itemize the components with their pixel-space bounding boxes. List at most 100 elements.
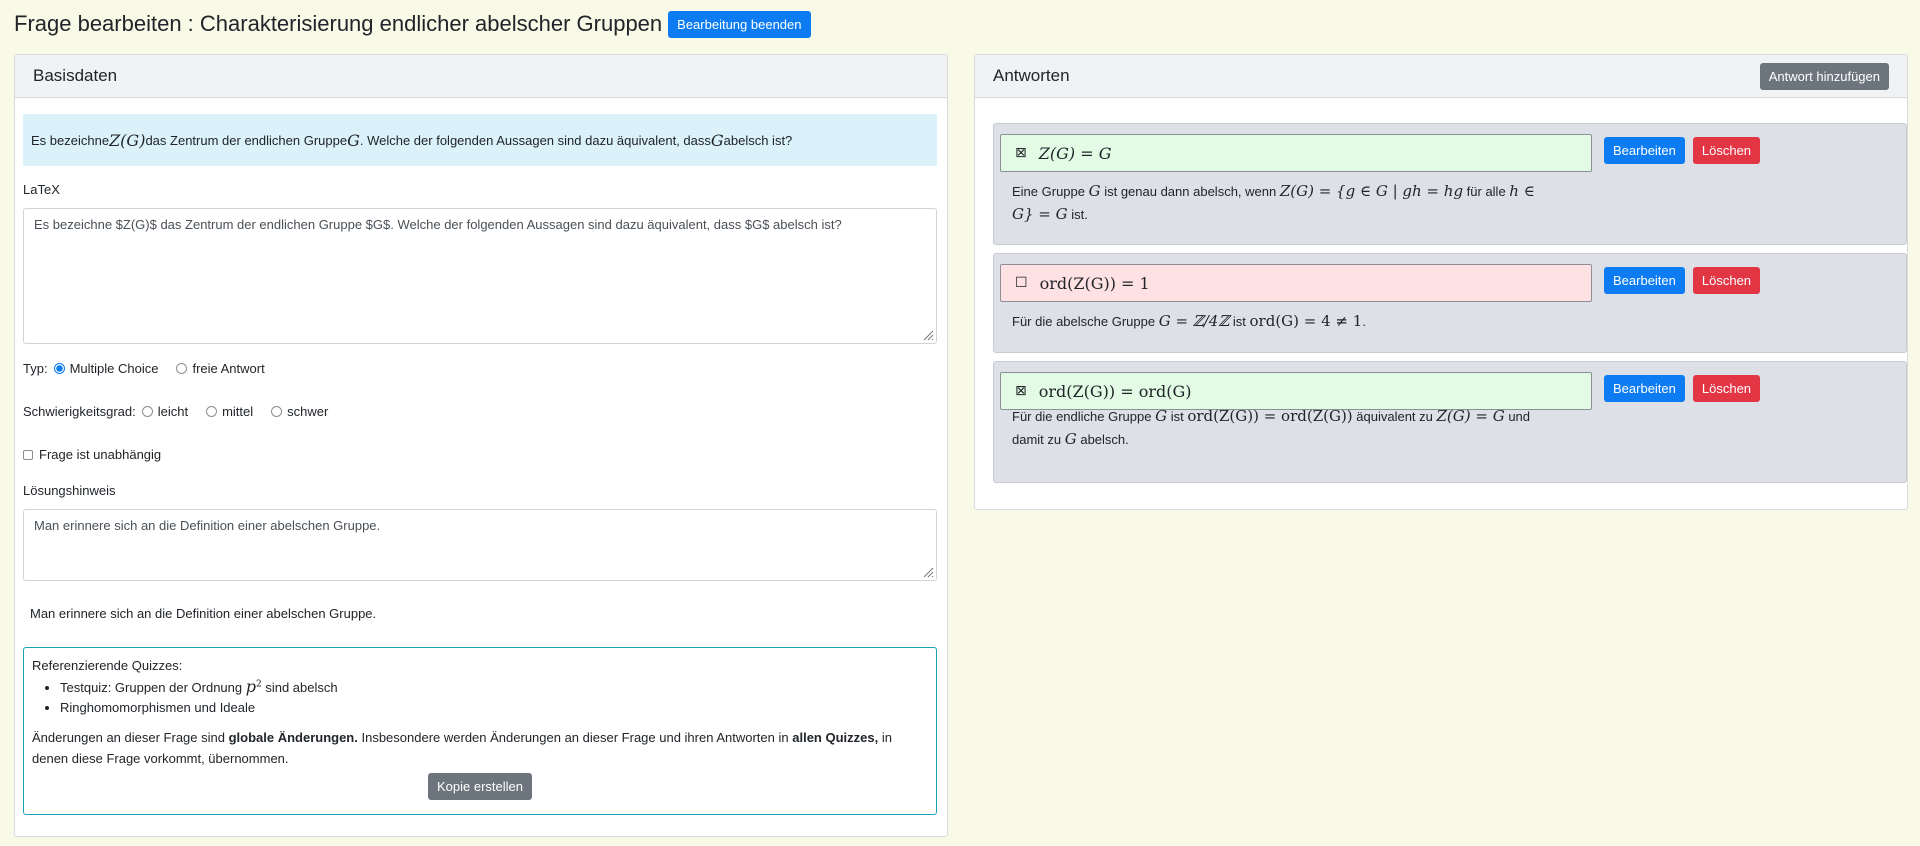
explanation-text: ist genau dann abelsch, wenn: [1100, 184, 1280, 199]
type-option-label: Multiple Choice: [69, 361, 159, 376]
copy-button-row: Kopie erstellen: [32, 773, 928, 800]
explanation-text: Für die abelsche Gruppe: [1012, 314, 1159, 329]
antworten-header: Antworten Antwort hinzufügen: [975, 55, 1907, 98]
difficulty-label: Schwierigkeitsgrad:: [23, 404, 136, 419]
resize-handle-icon[interactable]: [922, 566, 934, 578]
referencing-quizzes-title: Referenzierende Quizzes:: [32, 658, 183, 673]
answer-explanation: Eine Gruppe G ist genau dann abelsch, we…: [1012, 180, 1592, 226]
type-option-multiple-choice[interactable]: Multiple Choice: [53, 361, 159, 376]
note-text: Änderungen an dieser Frage sind: [32, 730, 229, 745]
antworten-title: Antworten: [993, 66, 1070, 85]
edit-answer-button[interactable]: Bearbeiten: [1604, 375, 1685, 402]
hint-preview: Man erinnere sich an die Definition eine…: [30, 606, 377, 621]
difficulty-option-label: schwer: [287, 404, 329, 419]
question-text: Es bezeichne: [31, 132, 110, 148]
math-formula: Z(G) = {g ∈ G | gh = hg: [1279, 182, 1464, 200]
question-text: das Zentrum der endlichen Gruppe: [145, 132, 348, 148]
quiz-title-text: sind abelsch: [261, 680, 338, 695]
basisdaten-title: Basisdaten: [33, 66, 118, 85]
explanation-text: abelsch.: [1076, 432, 1129, 447]
math-formula: Z(G): [109, 130, 146, 150]
create-copy-button[interactable]: Kopie erstellen: [428, 773, 532, 800]
add-answer-button[interactable]: Antwort hinzufügen: [1759, 62, 1889, 90]
answer-actions: Bearbeiten Löschen: [1604, 137, 1761, 164]
explanation-text: .: [1362, 314, 1366, 329]
latex-value: Es bezeichne $Z(G)$ das Zentrum der endl…: [34, 217, 842, 232]
antworten-card: Antworten Antwort hinzufügen ⊠ Z(G) = G …: [974, 54, 1908, 510]
answer-actions: Bearbeiten Löschen: [1604, 267, 1761, 294]
delete-answer-button[interactable]: Löschen: [1692, 375, 1761, 402]
checked-box-icon: ⊠: [1015, 383, 1027, 399]
type-option-free-answer[interactable]: freie Antwort: [176, 361, 265, 376]
answer-actions: Bearbeiten Löschen: [1604, 375, 1761, 402]
type-label: Typ:: [23, 361, 48, 376]
quiz-list-item: Testquiz: Gruppen der Ordnung p2 sind ab…: [60, 677, 928, 696]
edit-answer-button[interactable]: Bearbeiten: [1604, 137, 1685, 164]
explanation-text: ist.: [1067, 207, 1088, 222]
global-change-note: Änderungen an dieser Frage sind globale …: [32, 727, 928, 769]
math-formula: G: [1064, 430, 1077, 448]
delete-answer-button[interactable]: Löschen: [1692, 267, 1761, 294]
explanation-text: äquivalent zu: [1352, 409, 1437, 424]
hint-textarea[interactable]: Man erinnere sich an die Definition eine…: [23, 509, 937, 581]
difficulty-option-easy[interactable]: leicht: [141, 404, 189, 419]
basisdaten-card: Basisdaten Es bezeichne Z(G) das Zentrum…: [14, 54, 948, 837]
question-text: . Welche der folgenden Aussagen sind daz…: [359, 132, 711, 148]
referencing-quizzes-box: Referenzierende Quizzes: Testquiz: Grupp…: [23, 647, 937, 815]
difficulty-option-label: leicht: [157, 404, 189, 419]
math-formula: h ∈: [1509, 182, 1535, 200]
independent-row[interactable]: Frage ist unabhängig: [23, 447, 161, 462]
explanation-text: für alle: [1463, 184, 1510, 199]
edit-answer-button[interactable]: Bearbeiten: [1604, 267, 1685, 294]
radio-icon[interactable]: [176, 363, 188, 374]
note-emphasis: globale Änderungen.: [228, 730, 358, 745]
independent-checkbox[interactable]: [23, 449, 33, 460]
explanation-text: Für die endliche Gruppe: [1012, 409, 1156, 424]
title-row: Frage bearbeiten : Charakterisierung end…: [14, 8, 811, 40]
hint-value: Man erinnere sich an die Definition eine…: [34, 518, 381, 533]
difficulty-option-hard[interactable]: schwer: [271, 404, 328, 419]
question-text: abelsch ist?: [723, 132, 793, 148]
radio-icon[interactable]: [271, 406, 283, 417]
math-formula: G} = G: [1012, 205, 1068, 223]
answer-formula-box: ⊠ Z(G) = G: [1000, 134, 1592, 172]
question-preview: Es bezeichne Z(G) das Zentrum der endlic…: [23, 114, 937, 166]
latex-label: LaTeX: [23, 182, 60, 197]
type-row: Typ: Multiple Choice freie Antwort: [23, 361, 277, 376]
resize-handle-icon[interactable]: [922, 329, 934, 341]
radio-icon[interactable]: [141, 406, 153, 417]
delete-answer-button[interactable]: Löschen: [1692, 137, 1761, 164]
answer-formula: Z(G) = G: [1038, 143, 1112, 163]
quiz-title-text: Testquiz: Gruppen der Ordnung: [60, 680, 246, 695]
page-title: Frage bearbeiten : Charakterisierung end…: [14, 11, 663, 36]
unchecked-box-icon: ☐: [1015, 275, 1028, 291]
math-formula: Z(G) = G: [1436, 407, 1505, 425]
math-formula: p: [245, 677, 256, 696]
hint-label: Lösungshinweis: [23, 483, 116, 498]
type-option-label: freie Antwort: [192, 361, 265, 376]
latex-textarea[interactable]: Es bezeichne $Z(G)$ das Zentrum der endl…: [23, 208, 937, 344]
answer-explanation: Für die endliche Gruppe G ist ord(Z(G)) …: [1012, 405, 1592, 451]
math-formula: ord(Z(G)) = ord(Z(G)): [1187, 407, 1353, 425]
answer-formula: ord(Z(G)) = 1: [1039, 273, 1150, 293]
math-formula: G: [1088, 182, 1101, 200]
math-formula: ord(G) = 4 ≠ 1: [1249, 312, 1363, 330]
basisdaten-header: Basisdaten: [15, 55, 947, 98]
difficulty-option-medium[interactable]: mittel: [206, 404, 253, 419]
answer-card: ☐ ord(Z(G)) = 1 Bearbeiten Löschen Für d…: [993, 253, 1907, 353]
difficulty-option-label: mittel: [222, 404, 254, 419]
answer-card: ⊠ Z(G) = G Bearbeiten Löschen Eine Grupp…: [993, 123, 1907, 245]
quiz-list: Testquiz: Gruppen der Ordnung p2 sind ab…: [32, 677, 928, 715]
radio-icon[interactable]: [206, 406, 218, 417]
independent-label: Frage ist unabhängig: [39, 447, 162, 462]
answer-card: ⊠ ord(Z(G)) = ord(G) Bearbeiten Löschen …: [993, 361, 1907, 483]
explanation-text: damit zu: [1012, 432, 1065, 447]
math-formula: G: [710, 130, 724, 150]
explanation-text: ist: [1229, 314, 1250, 329]
answer-explanation: Für die abelsche Gruppe G = ℤ/4ℤ ist ord…: [1012, 310, 1592, 333]
radio-checked-icon[interactable]: [53, 363, 65, 374]
end-editing-button[interactable]: Bearbeitung beenden: [668, 10, 811, 38]
answer-formula: ord(Z(G)) = ord(G): [1038, 381, 1192, 401]
checked-box-icon: ⊠: [1015, 145, 1027, 161]
note-text: Insbesondere werden Änderungen an dieser…: [357, 730, 793, 745]
